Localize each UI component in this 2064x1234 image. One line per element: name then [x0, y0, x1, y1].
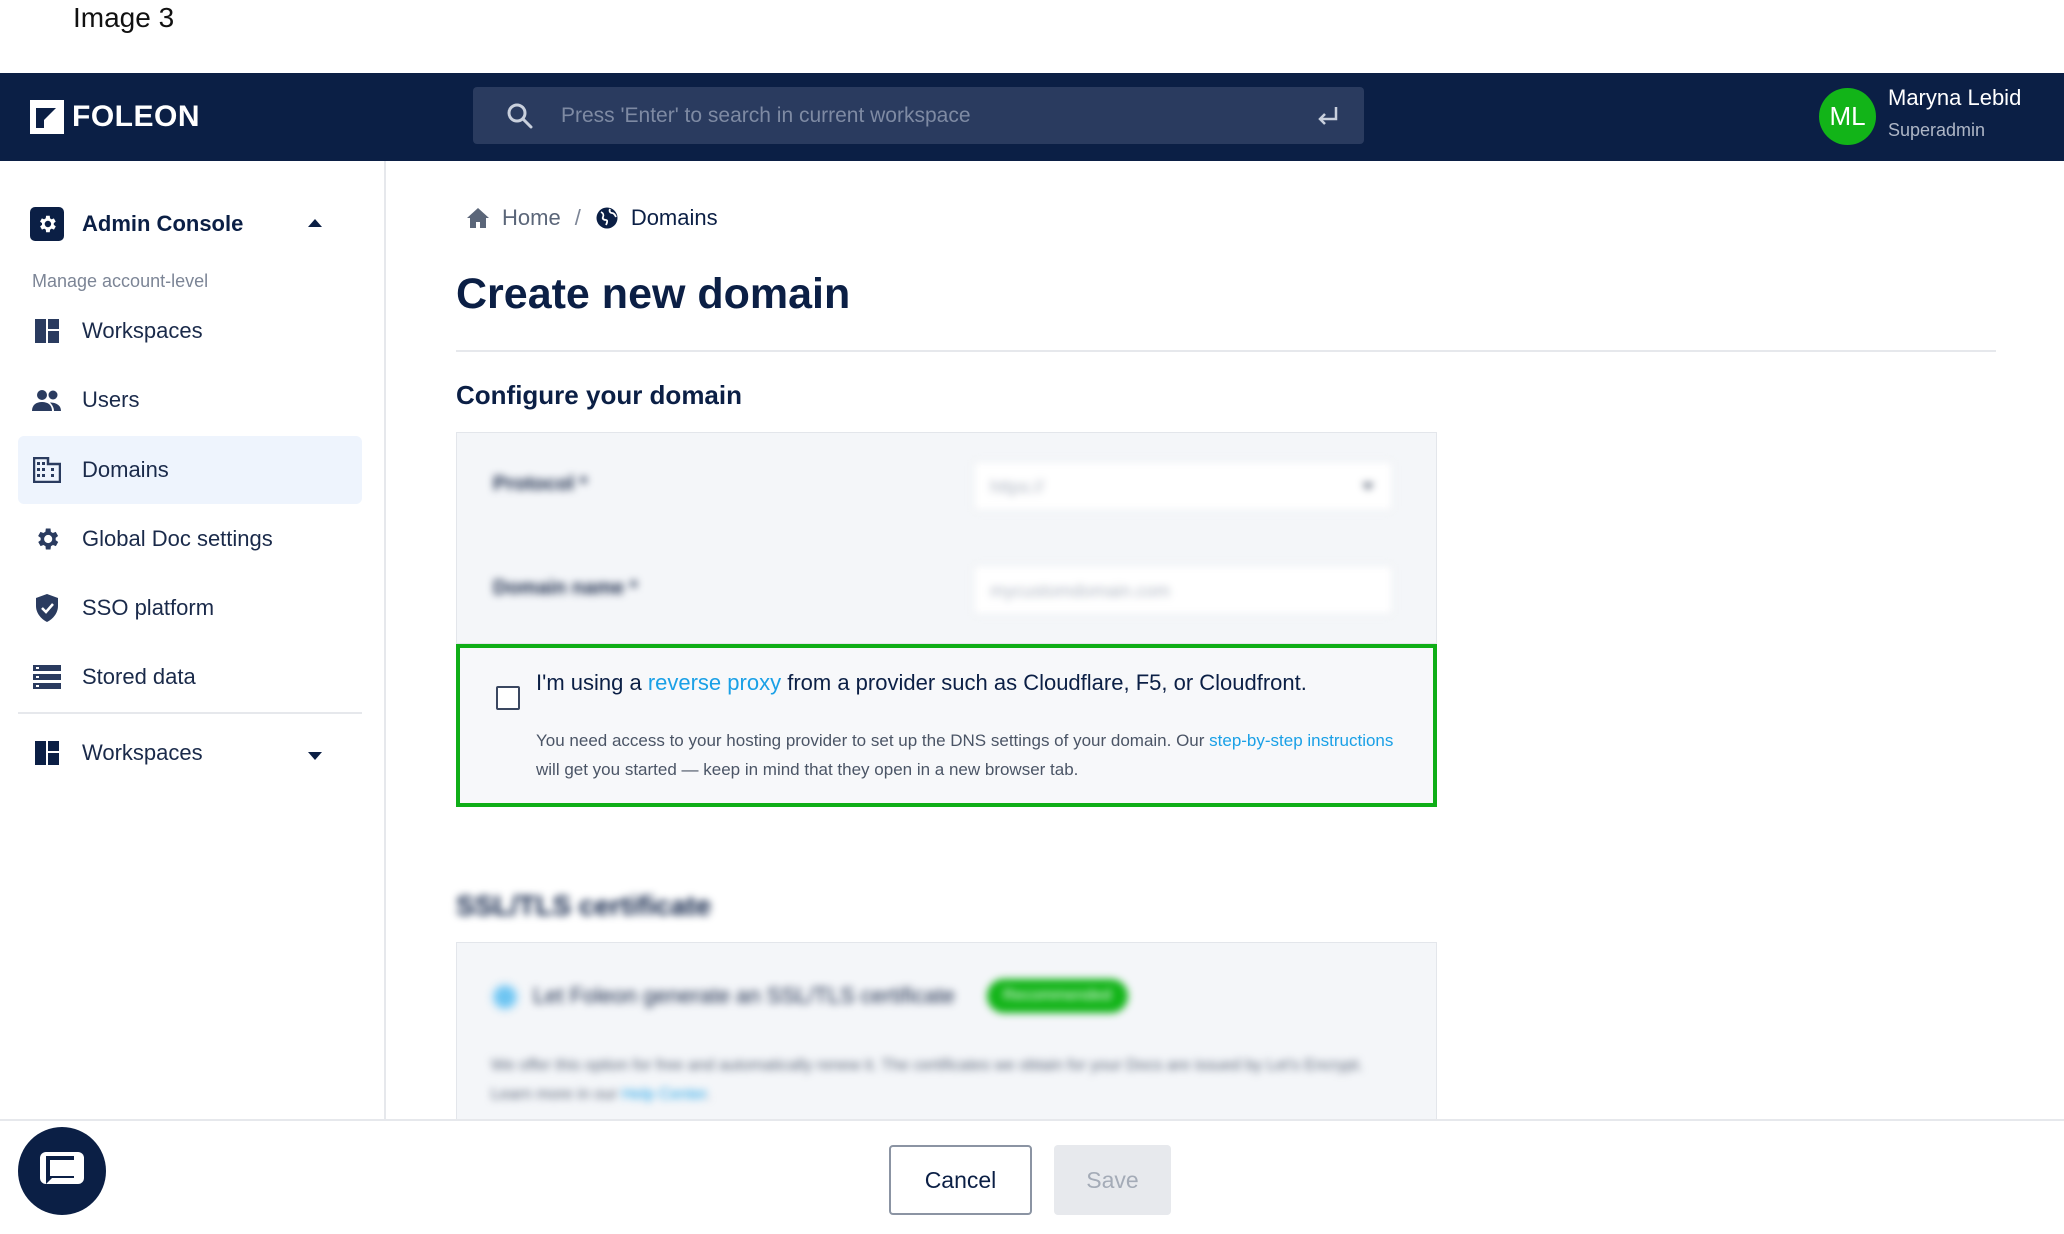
recommended-badge: Recommended — [987, 979, 1128, 1013]
users-icon — [32, 385, 62, 415]
image-caption: Image 3 — [73, 2, 175, 33]
logo-text: FOLEON — [72, 100, 200, 133]
search-icon — [507, 103, 533, 129]
domain-config-card: Protocol * https:// Domain name * mycust… — [456, 432, 1437, 644]
admin-console-toggle[interactable]: Admin Console — [30, 206, 243, 242]
sidebar-item-workspaces[interactable]: Workspaces — [18, 297, 362, 365]
reverse-proxy-help: You need access to your hosting provider… — [536, 726, 1396, 784]
top-navigation-bar: FOLEON ML Maryna Lebid Superadmin — [0, 73, 2064, 161]
sidebar-item-sso-platform[interactable]: SSO platform — [18, 574, 362, 642]
ssl-card: Let Foleon generate an SSL/TLS certifica… — [456, 942, 1437, 1122]
page-title: Create new domain — [456, 270, 851, 318]
help-center-link[interactable]: Help Center — [622, 1086, 707, 1103]
enter-key-icon — [1318, 107, 1338, 125]
sidebar-item-label: Users — [82, 387, 140, 412]
sidebar-item-label: Domains — [82, 457, 169, 482]
home-icon[interactable] — [466, 207, 490, 229]
chevron-down-icon — [1362, 483, 1374, 490]
user-name[interactable]: Maryna Lebid — [1888, 85, 2021, 111]
footer-bar: Cancel Save — [0, 1119, 2064, 1234]
sidebar-item-label: SSO platform — [82, 595, 215, 620]
sidebar-item-label: Stored data — [82, 664, 196, 689]
reverse-proxy-label: I'm using a reverse proxy from a provide… — [536, 670, 1307, 696]
gear-icon — [32, 524, 62, 554]
sidebar-item-users[interactable]: Users — [18, 366, 362, 434]
shield-check-icon — [32, 593, 62, 623]
sidebar-item-global-doc-settings[interactable]: Global Doc settings — [18, 505, 362, 573]
protocol-label: Protocol * — [493, 473, 588, 495]
breadcrumb: Home / Domains — [466, 200, 718, 236]
reverse-proxy-link[interactable]: reverse proxy — [648, 670, 781, 695]
admin-console-title: Admin Console — [82, 211, 244, 236]
domain-name-input[interactable]: mycustomdomain.com — [973, 565, 1393, 615]
proxy-help-after: will get you started — keep in mind that… — [536, 760, 1079, 779]
chevron-up-icon[interactable] — [308, 219, 322, 227]
dashboard-icon — [32, 738, 62, 768]
sidebar-item-label: Workspaces — [82, 318, 203, 343]
dashboard-icon — [32, 316, 62, 346]
reverse-proxy-checkbox[interactable] — [496, 686, 520, 710]
ssl-generate-label: Let Foleon generate an SSL/TLS certifica… — [533, 983, 955, 1008]
user-role: Superadmin — [1888, 120, 1986, 140]
protocol-select[interactable]: https:// — [973, 461, 1393, 511]
ssl-description: We offer this option for free and automa… — [491, 1051, 1391, 1109]
search-input[interactable] — [561, 87, 1251, 144]
globe-icon — [596, 207, 618, 229]
ssl-heading: SSL/TLS certificate — [456, 890, 712, 921]
sidebar-item-label: Global Doc settings — [82, 526, 273, 551]
sidebar-divider — [18, 712, 362, 714]
breadcrumb-current: Domains — [630, 205, 718, 230]
chat-button[interactable] — [18, 1127, 106, 1215]
sidebar: Admin Console Manage account-level Works… — [0, 161, 386, 1119]
protocol-select-value: https:// — [990, 477, 1045, 497]
proxy-text-after: from a provider such as Cloudflare, F5, … — [781, 670, 1307, 695]
reverse-proxy-option: I'm using a reverse proxy from a provide… — [456, 644, 1437, 807]
storage-icon — [32, 662, 62, 692]
sidebar-caption: Manage account-level — [32, 271, 209, 291]
configure-domain-heading: Configure your domain — [456, 380, 742, 410]
chat-icon — [40, 1152, 84, 1184]
admin-gear-icon — [30, 207, 64, 241]
sidebar-item-domains[interactable]: Domains — [18, 436, 362, 504]
foleon-logo[interactable]: FOLEON — [30, 97, 200, 137]
cancel-button[interactable]: Cancel — [889, 1145, 1032, 1215]
workspaces-dropdown-label: Workspaces — [82, 740, 203, 765]
title-divider — [456, 350, 1996, 352]
sidebar-item-stored-data[interactable]: Stored data — [18, 643, 362, 711]
save-button[interactable]: Save — [1054, 1145, 1171, 1215]
chevron-down-icon[interactable] — [308, 752, 322, 760]
building-icon — [32, 455, 62, 485]
search-bar[interactable] — [473, 87, 1364, 144]
proxy-help-before: You need access to your hosting provider… — [536, 731, 1210, 750]
breadcrumb-separator: / — [574, 205, 581, 230]
proxy-text-before: I'm using a — [536, 670, 648, 695]
domain-name-label: Domain name * — [493, 577, 638, 599]
user-avatar[interactable]: ML — [1819, 88, 1876, 145]
ssl-generate-radio[interactable] — [491, 983, 519, 1011]
ssl-desc-after: . — [706, 1086, 711, 1103]
step-by-step-instructions-link[interactable]: step-by-step instructions — [1209, 731, 1393, 750]
foleon-logo-icon — [30, 100, 64, 134]
breadcrumb-home[interactable]: Home — [502, 205, 561, 231]
